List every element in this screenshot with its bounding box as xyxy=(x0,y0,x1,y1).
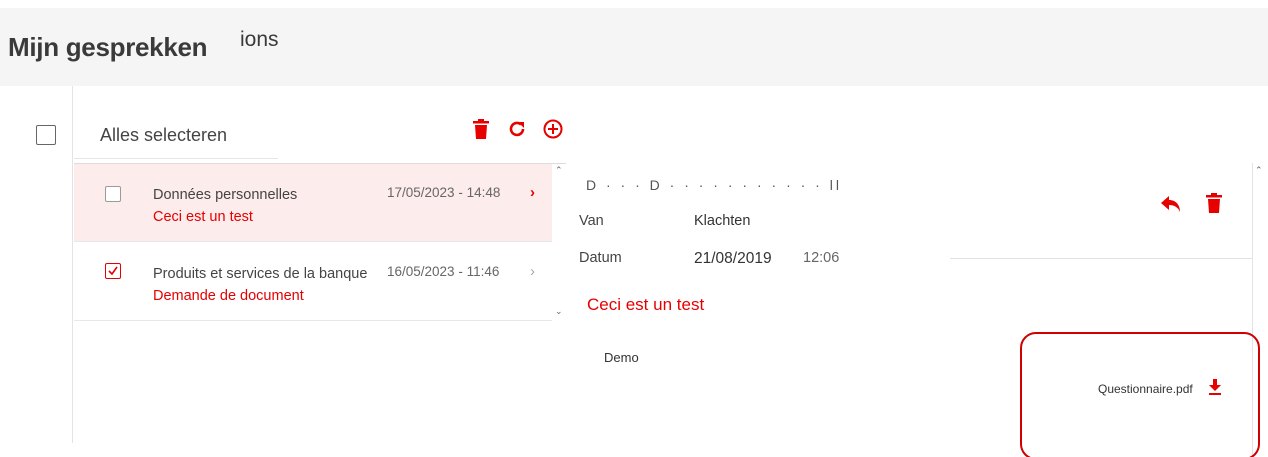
refresh-icon[interactable] xyxy=(506,118,528,140)
trash-icon[interactable] xyxy=(470,118,492,140)
message-body: Demo xyxy=(604,350,639,365)
add-circle-icon[interactable] xyxy=(542,118,564,140)
row-checkbox[interactable] xyxy=(105,186,121,202)
chevron-right-icon: › xyxy=(530,184,535,201)
page-title: Mijn gesprekken xyxy=(8,32,208,62)
conversation-preview: Ceci est un test xyxy=(153,209,253,225)
download-icon[interactable] xyxy=(1208,379,1224,397)
select-all-checkbox[interactable] xyxy=(36,125,56,145)
row-checkbox[interactable] xyxy=(105,263,121,279)
detail-divider xyxy=(950,258,1252,259)
conversation-row[interactable]: Produits et services de la banque Demand… xyxy=(74,243,552,321)
conversation-list: Données personnelles Ceci est un test 17… xyxy=(74,163,566,323)
sidebar-divider xyxy=(72,86,73,443)
trash-icon[interactable] xyxy=(1206,193,1224,215)
scroll-up-icon[interactable]: ⌃ xyxy=(555,165,563,176)
page-title-overlap: ions xyxy=(240,28,279,51)
conversation-subject: Données personnelles xyxy=(153,187,298,203)
reply-icon[interactable] xyxy=(1160,195,1184,215)
time-value: 12:06 xyxy=(803,250,840,266)
scroll-up-icon[interactable]: ⌃ xyxy=(1255,165,1263,176)
chevron-right-icon: › xyxy=(530,263,535,280)
from-value: Klachten xyxy=(694,213,751,229)
select-all-label: Alles selecteren xyxy=(100,125,228,145)
conversation-preview: Demande de document xyxy=(153,288,304,304)
select-all-divider xyxy=(74,158,278,159)
message-subject: Ceci est un test xyxy=(587,295,705,314)
conversation-subject: Produits et services de la banque xyxy=(153,266,368,282)
conversation-date: 16/05/2023 - 11:46 xyxy=(387,264,500,279)
conversation-row[interactable]: Données personnelles Ceci est un test 17… xyxy=(74,164,552,242)
attachment-filename[interactable]: Questionnaire.pdf xyxy=(1098,382,1193,396)
conversation-date: 17/05/2023 - 14:48 xyxy=(387,185,501,200)
date-value: 21/08/2019 xyxy=(694,250,772,267)
attachment-panel: Questionnaire.pdf xyxy=(1020,332,1260,457)
detail-header-clipped: D · · · D · · · · · · · · · · · ll xyxy=(586,177,842,193)
scroll-down-icon[interactable]: ⌄ xyxy=(555,306,563,317)
from-label: Van xyxy=(579,213,604,229)
list-scrollbar[interactable]: ⌃ ⌄ xyxy=(552,163,566,323)
date-label: Datum xyxy=(579,250,622,266)
